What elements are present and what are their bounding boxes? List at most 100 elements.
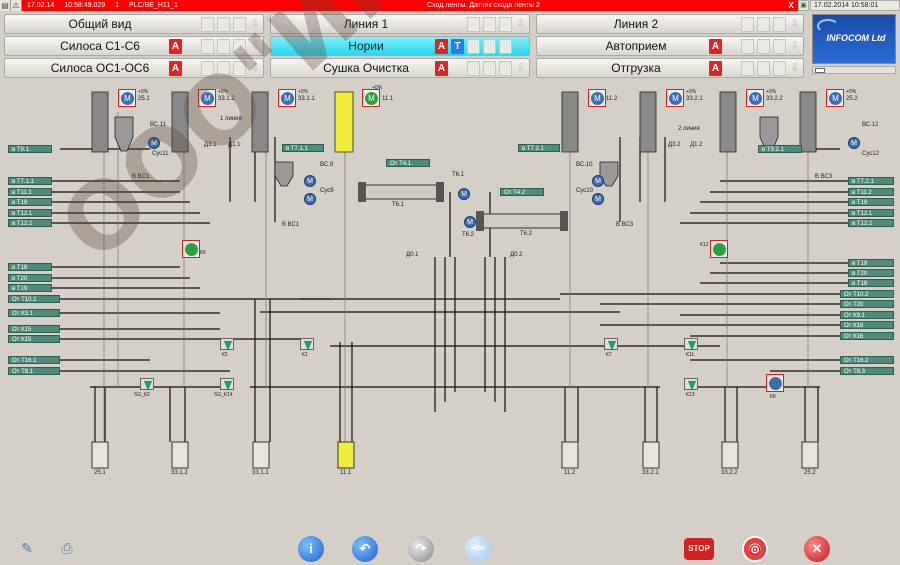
valve-sg-k14[interactable] <box>220 378 234 390</box>
route-tag[interactable]: в Т12.2 <box>8 219 52 227</box>
arrow-down-icon[interactable]: ⇩ <box>788 16 802 33</box>
arrow-down-icon[interactable]: ⇩ <box>248 38 262 55</box>
alarm-list-icon[interactable]: ▤ <box>0 0 11 11</box>
valve-k13[interactable] <box>684 378 698 390</box>
nav-drying-cleaning[interactable]: Сушка Очистка A ⇩ <box>270 58 530 78</box>
valve-k5[interactable] <box>220 338 234 350</box>
route-tag[interactable]: От Т10.1 <box>8 295 60 303</box>
motor-icon[interactable]: M <box>592 193 604 205</box>
route-tag[interactable]: От Т16.2 <box>840 356 894 364</box>
arrow-down-icon[interactable]: ⇩ <box>788 60 802 77</box>
route-tag[interactable]: От Т4.1 <box>386 159 430 167</box>
route-tag[interactable]: в Т7.1.1 <box>8 177 52 185</box>
valve-k8[interactable] <box>766 374 784 392</box>
route-tag[interactable]: От Т4.2 <box>500 188 544 196</box>
nav-silos-oc1-oc6[interactable]: Силоса ОС1-ОС6 A ⇩ <box>4 58 264 78</box>
alarm-flag[interactable]: A <box>709 39 722 54</box>
alarm-flag[interactable]: A <box>435 61 448 76</box>
route-tag[interactable]: в Т20 <box>8 274 52 282</box>
route-tag[interactable]: в Т7.2.1 <box>518 144 560 152</box>
nav-silos-c1-c6[interactable]: Силоса С1-С6 A ⇩ <box>4 36 264 56</box>
route-tag[interactable]: От Т8.1 <box>8 367 60 375</box>
nav-line-2[interactable]: Линия 2 ⇩ <box>536 14 804 34</box>
route-tag[interactable]: От К16 <box>840 332 894 340</box>
nav-line-1[interactable]: Линия 1 ⇩ <box>270 14 530 34</box>
alarm-flag[interactable]: A <box>169 39 182 54</box>
route-tag[interactable]: в Т11.2 <box>848 188 894 196</box>
valve-k1[interactable] <box>300 338 314 350</box>
route-tag[interactable]: в Т19 <box>848 259 894 267</box>
valve-sg-k2[interactable] <box>140 378 154 390</box>
route-tag[interactable]: в Т19 <box>8 198 52 206</box>
motor-icon[interactable]: M <box>592 175 604 187</box>
lifebuoy-icon[interactable]: ◎ <box>742 536 768 562</box>
nav-general-view[interactable]: Общий вид ⇩ <box>4 14 264 34</box>
elevator-motor[interactable]: M <box>362 89 380 107</box>
route-tag[interactable]: От К15 <box>8 335 60 343</box>
route-tag[interactable]: в Т7.1.1 <box>282 144 324 152</box>
print-icon[interactable]: ⎙ <box>54 536 80 560</box>
elevator-motor[interactable]: M <box>278 89 296 107</box>
motor-icon[interactable]: M <box>304 193 316 205</box>
route-tag[interactable]: От Т8.3 <box>840 367 894 375</box>
route-tag[interactable]: в Т12.1 <box>8 209 52 217</box>
alarm-flag[interactable]: A <box>435 39 448 54</box>
route-tag[interactable]: в Т18 <box>8 263 52 271</box>
alarm-flag[interactable]: A <box>709 61 722 76</box>
nav-auto-receiving[interactable]: Автоприем A ⇩ <box>536 36 804 56</box>
motor-icon[interactable]: M <box>464 216 476 228</box>
motor-icon[interactable]: M <box>148 137 160 149</box>
arrow-down-icon[interactable]: ⇩ <box>514 38 528 55</box>
route-tag[interactable]: От К3.1 <box>8 309 60 317</box>
elevator-motor[interactable]: M <box>826 89 844 107</box>
route-tag[interactable]: в Т20 <box>848 269 894 277</box>
exit-button[interactable]: ✕ <box>804 536 830 562</box>
route-tag[interactable]: в Т12.1 <box>848 209 894 217</box>
alarm-flag[interactable]: A <box>169 61 182 76</box>
nav-elevators[interactable]: Нории A T ⇩ <box>270 36 530 56</box>
arrow-down-icon[interactable]: ⇩ <box>248 16 262 33</box>
stop-button[interactable]: STOP <box>684 538 714 560</box>
elevator-motor[interactable]: M <box>198 89 216 107</box>
elevator-motor[interactable]: M <box>746 89 764 107</box>
alarm-ack-icon[interactable]: ⚠ <box>11 0 22 11</box>
undo-icon[interactable]: ↶ <box>352 536 378 562</box>
motor-icon[interactable]: M <box>304 175 316 187</box>
route-tag[interactable]: От Т16.1 <box>8 356 60 364</box>
route-tag[interactable]: От Т10.2 <box>840 290 894 298</box>
route-tag[interactable]: От К15 <box>8 325 60 333</box>
route-tag[interactable]: в Т19 <box>8 284 52 292</box>
route-tag[interactable]: От К9.1 <box>840 311 894 319</box>
route-tag[interactable]: в Т7.2.1 <box>848 177 894 185</box>
motor-icon[interactable]: M <box>848 137 860 149</box>
route-tag[interactable]: в Т9.1 <box>8 145 52 153</box>
nav-shipment[interactable]: Отгрузка A ⇩ <box>536 58 804 78</box>
route-tag[interactable]: в Т11.1 <box>8 188 52 196</box>
arrow-down-icon[interactable]: ⇩ <box>514 60 528 77</box>
elevator-motor[interactable]: M <box>666 89 684 107</box>
alarm-close-button[interactable]: X <box>784 0 798 11</box>
alarm-strip[interactable]: ▤ ⚠ 17.02.14 10:58:49.029 1 PLC/BE_H11_1… <box>0 0 808 11</box>
redo-icon[interactable]: ↷ <box>408 536 434 562</box>
hide-button[interactable]: HIDE <box>465 536 491 562</box>
valve-k7[interactable] <box>604 338 618 350</box>
window-mini-icon[interactable] <box>815 68 825 73</box>
elevator-motor[interactable]: M <box>588 89 606 107</box>
route-tag[interactable]: От Т20 <box>840 300 894 308</box>
motor-icon[interactable]: M <box>458 188 470 200</box>
route-tag[interactable]: в Т18 <box>848 279 894 287</box>
elevator-motor[interactable]: M <box>118 89 136 107</box>
tech-flag[interactable]: T <box>451 39 464 54</box>
info-button[interactable]: i <box>298 536 324 562</box>
book-icon[interactable]: ✎ <box>14 536 40 560</box>
route-tag[interactable]: От К16 <box>840 321 894 329</box>
arrow-down-icon[interactable]: ⇩ <box>248 60 262 77</box>
route-tag[interactable]: в Т12.2 <box>848 219 894 227</box>
valve-k6[interactable] <box>182 240 200 258</box>
valve-k11[interactable] <box>684 338 698 350</box>
route-tag[interactable]: в Т19 <box>848 198 894 206</box>
valve-k12[interactable] <box>710 240 728 258</box>
arrow-down-icon[interactable]: ⇩ <box>514 16 528 33</box>
route-tag[interactable]: в Т9.2.1 <box>758 145 802 153</box>
arrow-down-icon[interactable]: ⇩ <box>788 38 802 55</box>
